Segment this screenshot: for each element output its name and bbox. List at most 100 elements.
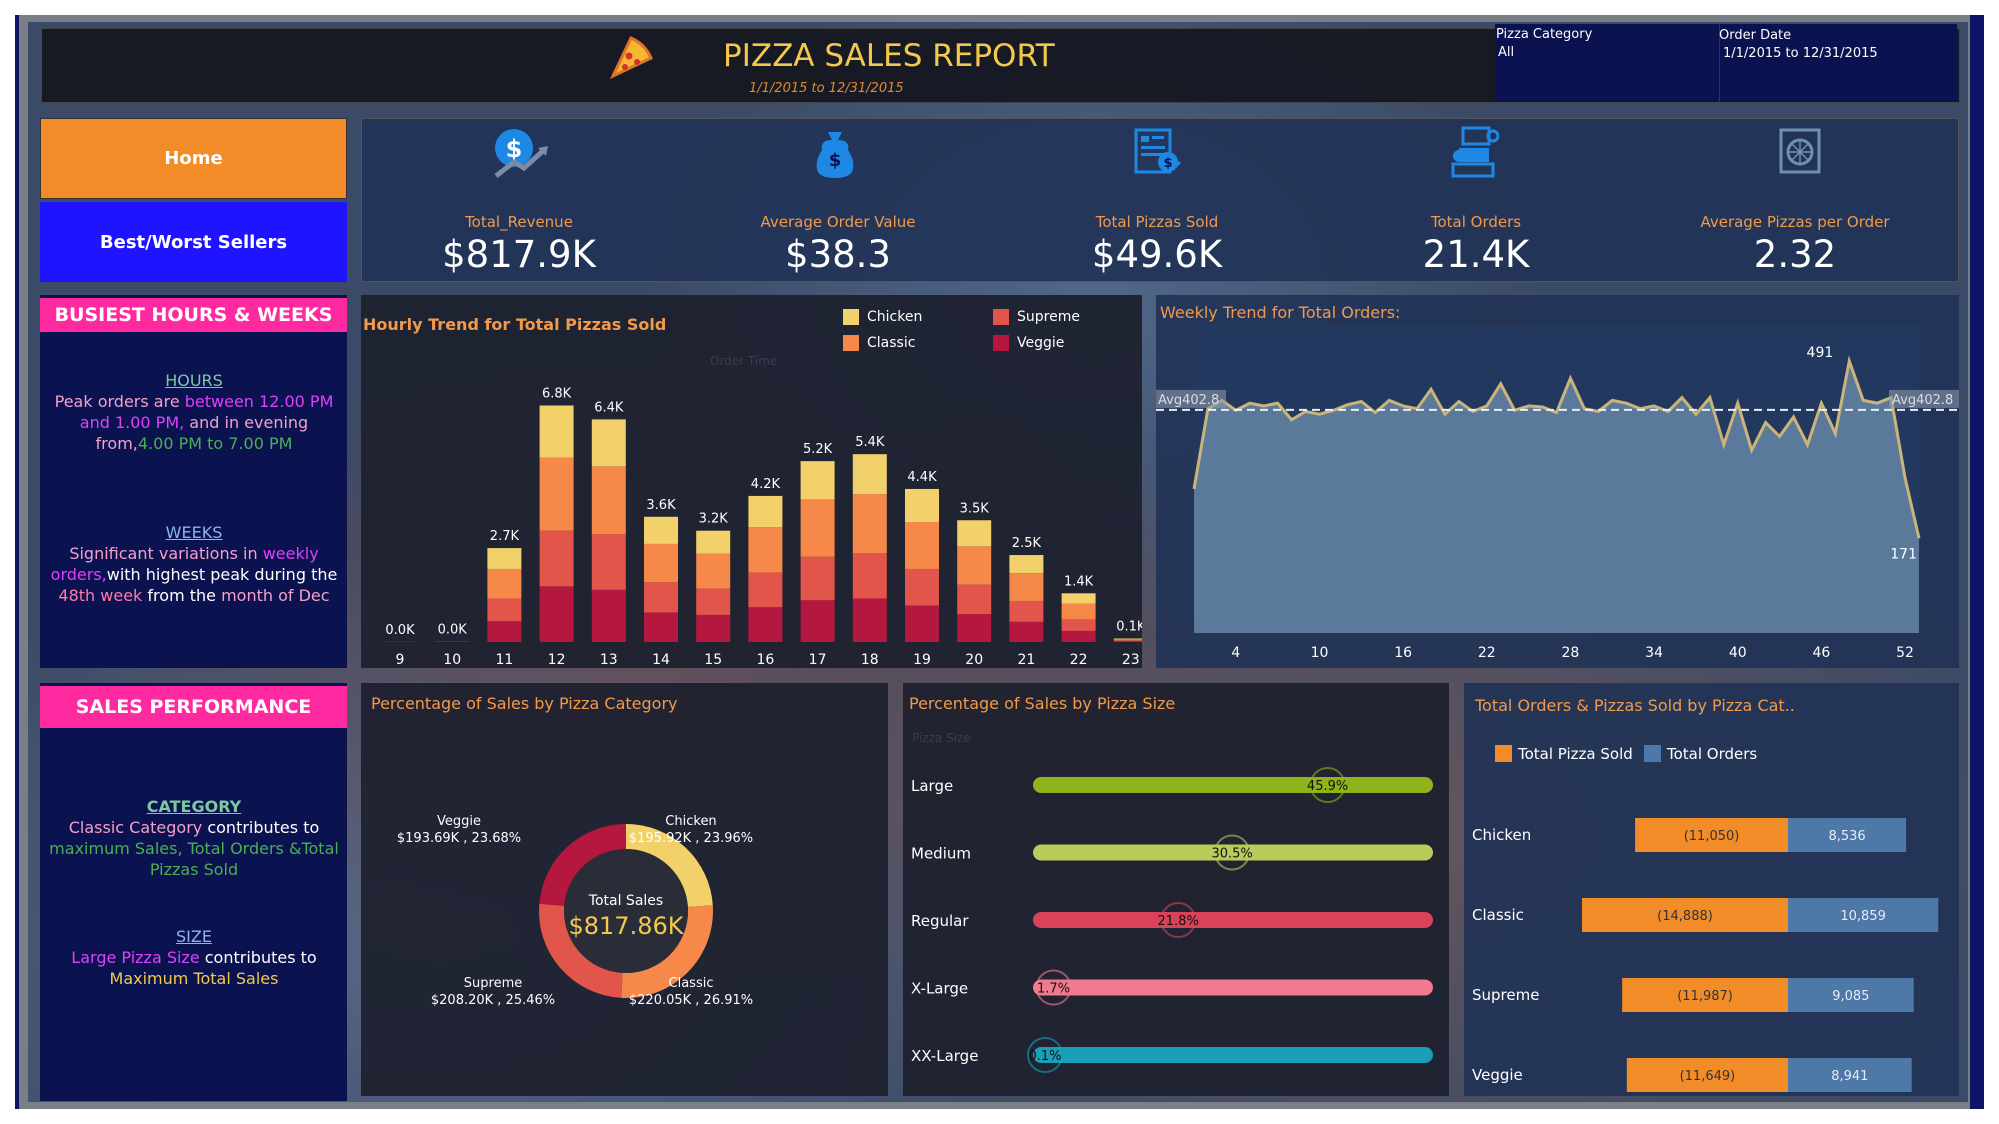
pizza-icon bbox=[605, 32, 655, 82]
kpi-total-revenue-value: $817.9K bbox=[442, 233, 596, 276]
hourly-total-label-15: 3.2K bbox=[699, 512, 729, 527]
hourly-total-label-11: 2.7K bbox=[490, 529, 520, 544]
kpi-total-pizzas-label: Total Pizzas Sold bbox=[1095, 213, 1219, 231]
hourly-bar-chicken-19[interactable] bbox=[905, 488, 939, 522]
hourly-bar-supreme-23[interactable] bbox=[1113, 640, 1142, 642]
hourly-bar-supreme-14[interactable] bbox=[644, 582, 678, 613]
size-value-large: 45.9% bbox=[1307, 779, 1348, 794]
hourly-bar-veggie-11[interactable] bbox=[487, 621, 522, 642]
hourly-bar-chicken-11[interactable] bbox=[487, 548, 522, 569]
filters-panel: Pizza Category All Order Date 1/1/2015 t… bbox=[1495, 24, 1957, 102]
hourly-bar-classic-16[interactable] bbox=[748, 527, 783, 573]
hourly-bar-classic-20[interactable] bbox=[957, 546, 992, 585]
best-worst-sellers-button[interactable]: Best/Worst Sellers bbox=[40, 202, 347, 282]
hourly-bar-classic-22[interactable] bbox=[1061, 603, 1096, 620]
pie-name-supreme: Supreme bbox=[464, 976, 522, 991]
hourly-tick-16: 16 bbox=[756, 652, 774, 668]
hourly-bar-veggie-18[interactable] bbox=[852, 598, 887, 642]
hourly-bar-chicken-18[interactable] bbox=[852, 454, 887, 495]
hourly-total-label-9: 0.0K bbox=[385, 623, 415, 638]
hourly-bar-classic-13[interactable] bbox=[591, 466, 626, 535]
sales-performance-panel bbox=[40, 683, 347, 1101]
hourly-bar-chicken-20[interactable] bbox=[957, 520, 992, 547]
category-text-1: Classic Category bbox=[68, 818, 203, 837]
hourly-bar-chicken-16[interactable] bbox=[748, 495, 783, 528]
money-bag-icon: $ bbox=[812, 128, 858, 184]
hourly-bar-veggie-19[interactable] bbox=[905, 605, 939, 642]
hourly-bar-supreme-19[interactable] bbox=[905, 568, 939, 606]
hourly-tick-9: 9 bbox=[396, 652, 405, 668]
hourly-bar-supreme-16[interactable] bbox=[748, 572, 783, 608]
kpi-avg-order-value-label: Average Order Value bbox=[760, 213, 916, 231]
hourly-bar-classic-15[interactable] bbox=[696, 553, 731, 589]
weekly-chart: Avg402.8 Avg402.8 491 171 4 10 16 22 28 34 40 46 52 bbox=[1156, 325, 1959, 661]
hourly-bar-veggie-13[interactable] bbox=[591, 589, 626, 642]
hourly-bar-chicken-15[interactable] bbox=[696, 530, 731, 554]
hourly-bar-classic-14[interactable] bbox=[644, 543, 678, 583]
weekly-tick-52: 52 bbox=[1896, 645, 1914, 661]
hourly-bar-supreme-18[interactable] bbox=[852, 553, 887, 599]
kpi-avg-pizzas-label: Average Pizzas per Order bbox=[1700, 213, 1890, 231]
weekly-tick-46: 46 bbox=[1812, 645, 1830, 661]
home-button[interactable]: Home bbox=[40, 118, 347, 199]
hourly-bar-classic-18[interactable] bbox=[852, 494, 887, 554]
hourly-bar-veggie-14[interactable] bbox=[644, 612, 678, 642]
hourly-bar-chicken-23[interactable] bbox=[1113, 638, 1142, 640]
size-bar-x-large[interactable] bbox=[1033, 979, 1433, 996]
hourly-bar-chicken-12[interactable] bbox=[539, 405, 574, 458]
category-pie-chart: Chicken $195.92K , 23.96% Classic $220.05K … bbox=[397, 814, 753, 1008]
hourly-bar-veggie-22[interactable] bbox=[1061, 630, 1096, 642]
hourly-bar-chicken-22[interactable] bbox=[1061, 593, 1096, 604]
size-bar-xx-large[interactable] bbox=[1033, 1047, 1433, 1063]
hourly-bar-classic-11[interactable] bbox=[487, 568, 522, 599]
category-text-2: contributes to bbox=[202, 818, 320, 837]
weekly-tick-40: 40 bbox=[1729, 645, 1747, 661]
busiest-panel bbox=[40, 295, 347, 668]
hourly-bar-supreme-11[interactable] bbox=[487, 598, 522, 622]
size-bar-large[interactable] bbox=[1033, 777, 1433, 793]
hourly-bar-chicken-17[interactable] bbox=[800, 461, 835, 500]
size-bar-regular[interactable] bbox=[1033, 912, 1433, 928]
hourly-bar-veggie-23[interactable] bbox=[1113, 641, 1142, 642]
hourly-bar-classic-19[interactable] bbox=[905, 522, 939, 569]
sales-performance-title: SALES PERFORMANCE bbox=[40, 686, 347, 728]
hours-text: Peak orders are between 12.00 PM and 1.0… bbox=[44, 391, 344, 454]
hourly-bar-classic-23[interactable] bbox=[1113, 639, 1142, 641]
size-chart: Large 45.9% Medium 30.5% Regular 21.8% X-Large… bbox=[911, 767, 1433, 1073]
filter-date-label: Order Date bbox=[1719, 28, 1792, 43]
hours-text-4: 4.00 PM to 7.00 PM bbox=[137, 434, 293, 453]
hourly-bar-classic-12[interactable] bbox=[539, 457, 574, 531]
hourly-bar-veggie-12[interactable] bbox=[539, 586, 574, 642]
hourly-bar-supreme-12[interactable] bbox=[539, 530, 574, 587]
hourly-bar-chicken-13[interactable] bbox=[591, 419, 626, 467]
orders-label-chicken: 8,536 bbox=[1828, 829, 1865, 844]
hourly-bar-supreme-15[interactable] bbox=[696, 588, 731, 615]
pizza-sold-label-supreme: (11,987) bbox=[1677, 989, 1733, 1004]
hourly-bar-veggie-17[interactable] bbox=[800, 600, 835, 642]
orders-label-classic: 10,859 bbox=[1840, 909, 1886, 924]
hourly-total-label-17: 5.2K bbox=[803, 442, 833, 457]
pie-center-label: Total Sales bbox=[588, 893, 663, 909]
hourly-bar-veggie-16[interactable] bbox=[748, 607, 783, 642]
hourly-bar-veggie-20[interactable] bbox=[957, 614, 992, 642]
hourly-tick-12: 12 bbox=[548, 652, 566, 668]
hourly-bar-classic-17[interactable] bbox=[800, 499, 835, 557]
filter-category-value[interactable]: All bbox=[1498, 45, 1514, 60]
hourly-bar-chicken-14[interactable] bbox=[644, 516, 678, 544]
hourly-bar-supreme-20[interactable] bbox=[957, 584, 992, 615]
hourly-bar-classic-21[interactable] bbox=[1009, 573, 1044, 601]
hourly-bar-veggie-15[interactable] bbox=[696, 614, 731, 642]
filter-date-value[interactable]: 1/1/2015 to 12/31/2015 bbox=[1723, 46, 1878, 61]
size-label-large: Large bbox=[911, 777, 953, 795]
hourly-bar-veggie-21[interactable] bbox=[1009, 621, 1044, 642]
hourly-total-label-20: 3.5K bbox=[960, 501, 990, 516]
hourly-tick-19: 19 bbox=[913, 652, 931, 668]
kpi-total-revenue-label: Total_Revenue bbox=[465, 213, 573, 231]
kpi-avg-pizzas-value: 2.32 bbox=[1753, 233, 1837, 276]
hourly-bar-supreme-13[interactable] bbox=[591, 534, 626, 590]
hourly-bar-supreme-22[interactable] bbox=[1061, 619, 1096, 631]
hourly-bar-supreme-21[interactable] bbox=[1009, 600, 1044, 622]
hourly-total-label-16: 4.2K bbox=[751, 477, 781, 492]
hourly-bar-supreme-17[interactable] bbox=[800, 556, 835, 601]
hourly-bar-chicken-21[interactable] bbox=[1009, 555, 1044, 574]
